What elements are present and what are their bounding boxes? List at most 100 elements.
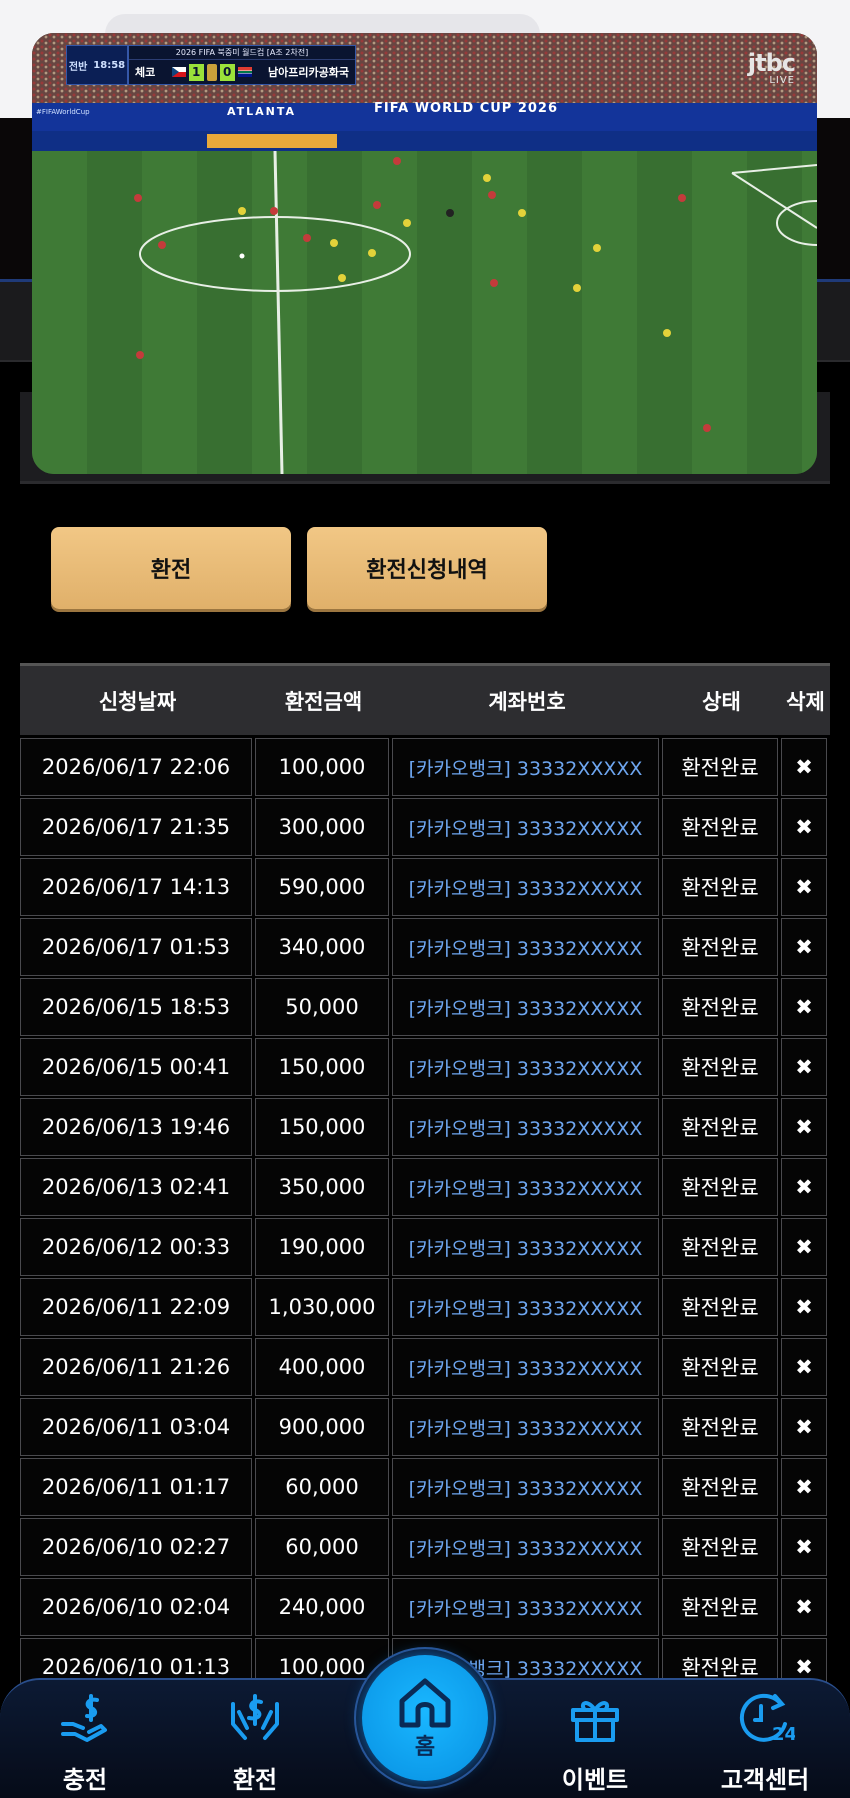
row-status: 환전완료 bbox=[662, 1398, 778, 1456]
nav-event[interactable]: 이벤트 bbox=[540, 1690, 650, 1795]
exchange-button[interactable]: 환전 bbox=[51, 527, 291, 609]
row-status: 환전완료 bbox=[662, 978, 778, 1036]
delete-x-icon[interactable]: ✖ bbox=[781, 798, 827, 856]
delete-x-icon[interactable]: ✖ bbox=[781, 1278, 827, 1336]
delete-x-icon[interactable]: ✖ bbox=[781, 858, 827, 916]
row-status: 환전완료 bbox=[662, 1038, 778, 1096]
home-button[interactable]: 홈 bbox=[362, 1655, 488, 1781]
nav-exchange[interactable]: 환전 bbox=[200, 1690, 310, 1795]
support-24h-icon: 24 bbox=[739, 1693, 795, 1745]
row-date: 2026/06/10 01:13 bbox=[20, 1638, 252, 1683]
table-row: 2026/06/11 03:04 900,000 [카카오뱅크] 33332XXXX… bbox=[20, 1398, 830, 1458]
trophy-icon bbox=[206, 63, 217, 81]
live-video-player[interactable]: 전반 18:58 2026 FIFA 북중미 월드컵 [A조 2차전] 체코 1… bbox=[32, 33, 817, 474]
match-clock: 전반 18:58 bbox=[66, 45, 128, 85]
delete-x-icon[interactable]: ✖ bbox=[781, 1398, 827, 1456]
row-account-link[interactable]: [카카오뱅크] 33332XXXXX bbox=[392, 1218, 659, 1276]
away-team: 남아프리카공화국 bbox=[268, 66, 349, 79]
row-date: 2026/06/11 21:26 bbox=[20, 1338, 252, 1396]
row-amount: 60,000 bbox=[255, 1458, 389, 1516]
header-delete: 삭제 bbox=[786, 689, 825, 714]
table-row: 2026/06/11 01:17 60,000 [카카오뱅크] 33332XXXXX… bbox=[20, 1458, 830, 1518]
nav-support-label: 고객센터 bbox=[720, 1766, 810, 1794]
nav-support[interactable]: 24 고객센터 bbox=[710, 1690, 820, 1795]
row-amount: 590,000 bbox=[255, 858, 389, 916]
match-title: 2026 FIFA 북중미 월드컵 [A조 2차전] bbox=[129, 46, 355, 60]
table-row: 2026/06/13 02:41 350,000 [카카오뱅크] 33332XXXX… bbox=[20, 1158, 830, 1218]
row-account-link[interactable]: [카카오뱅크] 33332XXXXX bbox=[392, 858, 659, 916]
row-account-link[interactable]: [카카오뱅크] 33332XXXXX bbox=[392, 1338, 659, 1396]
row-account-link[interactable]: [카카오뱅크] 33332XXXXX bbox=[392, 918, 659, 976]
row-amount: 100,000 bbox=[255, 738, 389, 796]
away-score: 0 bbox=[219, 63, 235, 81]
header-amount: 환전금액 bbox=[284, 689, 363, 714]
table-row: 2026/06/17 14:13 590,000 [카카오뱅크] 33332XXXX… bbox=[20, 858, 830, 918]
row-amount: 150,000 bbox=[255, 1098, 389, 1156]
delete-x-icon[interactable]: ✖ bbox=[781, 1038, 827, 1096]
nav-charge[interactable]: 충전 bbox=[30, 1690, 140, 1795]
row-date: 2026/06/13 02:41 bbox=[20, 1158, 252, 1216]
row-account-link[interactable]: [카카오뱅크] 33332XXXXX bbox=[392, 1278, 659, 1336]
nav-exchange-label: 환전 bbox=[232, 1766, 278, 1794]
row-amount: 1,030,000 bbox=[255, 1278, 389, 1336]
table-row: 2026/06/17 01:53 340,000 [카카오뱅크] 33332XXXX… bbox=[20, 918, 830, 978]
row-date: 2026/06/17 01:53 bbox=[20, 918, 252, 976]
table-header: 신청날짜 환전금액 계좌번호 상태 삭제 bbox=[20, 663, 830, 735]
row-status: 환전완료 bbox=[662, 738, 778, 796]
exchange-hands-dollar-icon bbox=[231, 1694, 279, 1740]
row-account-link[interactable]: [카카오뱅크] 33332XXXXX bbox=[392, 1578, 659, 1636]
row-date: 2026/06/15 18:53 bbox=[20, 978, 252, 1036]
delete-x-icon[interactable]: ✖ bbox=[781, 918, 827, 976]
delete-x-icon[interactable]: ✖ bbox=[781, 738, 827, 796]
table-row: 2026/06/17 22:06 100,000 [카카오뱅크] 33332XXXX… bbox=[20, 738, 830, 798]
header-date: 신청날짜 bbox=[98, 689, 177, 714]
delete-x-icon[interactable]: ✖ bbox=[781, 978, 827, 1036]
table-row: 2026/06/15 00:41 150,000 [카카오뱅크] 33332XXXX… bbox=[20, 1038, 830, 1098]
home-label: 홈 bbox=[414, 1735, 436, 1760]
home-icon bbox=[399, 1678, 451, 1728]
nav-event-label: 이벤트 bbox=[561, 1766, 629, 1794]
delete-x-icon[interactable]: ✖ bbox=[781, 1098, 827, 1156]
row-status: 환전완료 bbox=[662, 798, 778, 856]
row-account-link[interactable]: [카카오뱅크] 33332XXXXX bbox=[392, 1038, 659, 1096]
table-row: 2026/06/11 22:09 1,030,000 [카카오뱅크] 33332XX… bbox=[20, 1278, 830, 1338]
row-amount: 300,000 bbox=[255, 798, 389, 856]
row-account-link[interactable]: [카카오뱅크] 33332XXXXX bbox=[392, 1398, 659, 1456]
row-account-link[interactable]: [카카오뱅크] 33332XXXXX bbox=[392, 1518, 659, 1576]
row-account-link[interactable]: [카카오뱅크] 33332XXXXX bbox=[392, 978, 659, 1036]
table-row: 2026/06/11 21:26 400,000 [카카오뱅크] 33332XXXX… bbox=[20, 1338, 830, 1398]
delete-x-icon[interactable]: ✖ bbox=[781, 1158, 827, 1216]
row-date: 2026/06/17 21:35 bbox=[20, 798, 252, 856]
delete-x-icon[interactable]: ✖ bbox=[781, 1218, 827, 1276]
row-date: 2026/06/10 02:27 bbox=[20, 1518, 252, 1576]
delete-x-icon[interactable]: ✖ bbox=[781, 1638, 827, 1683]
row-status: 환전완료 bbox=[662, 918, 778, 976]
table-row: 2026/06/13 19:46 150,000 [카카오뱅크] 33332XXXX… bbox=[20, 1098, 830, 1158]
row-date: 2026/06/11 03:04 bbox=[20, 1398, 252, 1456]
row-amount: 60,000 bbox=[255, 1518, 389, 1576]
row-amount: 240,000 bbox=[255, 1578, 389, 1636]
charge-hand-coin-icon bbox=[61, 1694, 107, 1742]
row-account-link[interactable]: [카카오뱅크] 33332XXXXX bbox=[392, 798, 659, 856]
south-africa-flag-icon bbox=[237, 67, 252, 77]
table-row: 2026/06/12 00:33 190,000 [카카오뱅크] 33332XXXX… bbox=[20, 1218, 830, 1278]
row-account-link[interactable]: [카카오뱅크] 33332XXXXX bbox=[392, 738, 659, 796]
home-team: 체코 bbox=[135, 66, 156, 79]
row-account-link[interactable]: [카카오뱅크] 33332XXXXX bbox=[392, 1098, 659, 1156]
delete-x-icon[interactable]: ✖ bbox=[781, 1458, 827, 1516]
row-account-link[interactable]: [카카오뱅크] 33332XXXXX bbox=[392, 1158, 659, 1216]
delete-x-icon[interactable]: ✖ bbox=[781, 1518, 827, 1576]
delete-x-icon[interactable]: ✖ bbox=[781, 1338, 827, 1396]
pitch-scene bbox=[32, 33, 817, 474]
row-amount: 340,000 bbox=[255, 918, 389, 976]
row-account-link[interactable]: [카카오뱅크] 33332XXXXX bbox=[392, 1458, 659, 1516]
row-amount: 50,000 bbox=[255, 978, 389, 1036]
row-amount: 900,000 bbox=[255, 1398, 389, 1456]
exchange-history-button[interactable]: 환전신청내역 bbox=[307, 527, 547, 609]
delete-x-icon[interactable]: ✖ bbox=[781, 1578, 827, 1636]
row-status: 환전완료 bbox=[662, 1458, 778, 1516]
table-row: 2026/06/10 02:27 60,000 [카카오뱅크] 33332XXXXX… bbox=[20, 1518, 830, 1578]
home-score: 1 bbox=[188, 63, 204, 81]
broadcaster-logo: jtbc LIVE bbox=[748, 49, 796, 86]
scoreboard: 전반 18:58 2026 FIFA 북중미 월드컵 [A조 2차전] 체코 1… bbox=[66, 45, 356, 85]
